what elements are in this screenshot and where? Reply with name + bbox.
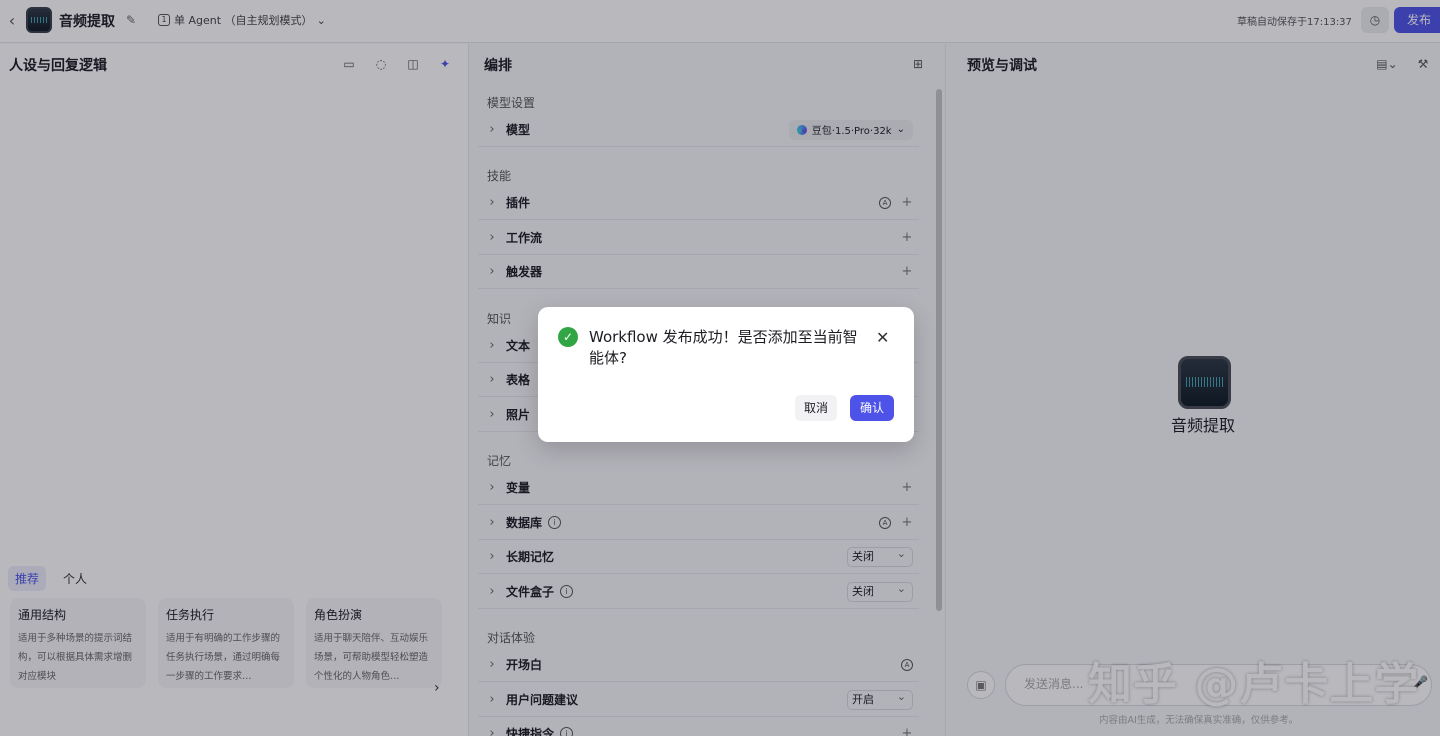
confirm-button[interactable]: 确认 [850, 395, 894, 421]
check-circle-icon: ✓ [558, 327, 578, 347]
close-icon[interactable]: ✕ [876, 328, 889, 347]
publish-success-dialog: ✓ Workflow 发布成功！是否添加至当前智能体? ✕ 取消 确认 [538, 307, 914, 442]
cancel-button[interactable]: 取消 [795, 395, 837, 421]
dialog-message: Workflow 发布成功！是否添加至当前智能体? [589, 328, 858, 367]
